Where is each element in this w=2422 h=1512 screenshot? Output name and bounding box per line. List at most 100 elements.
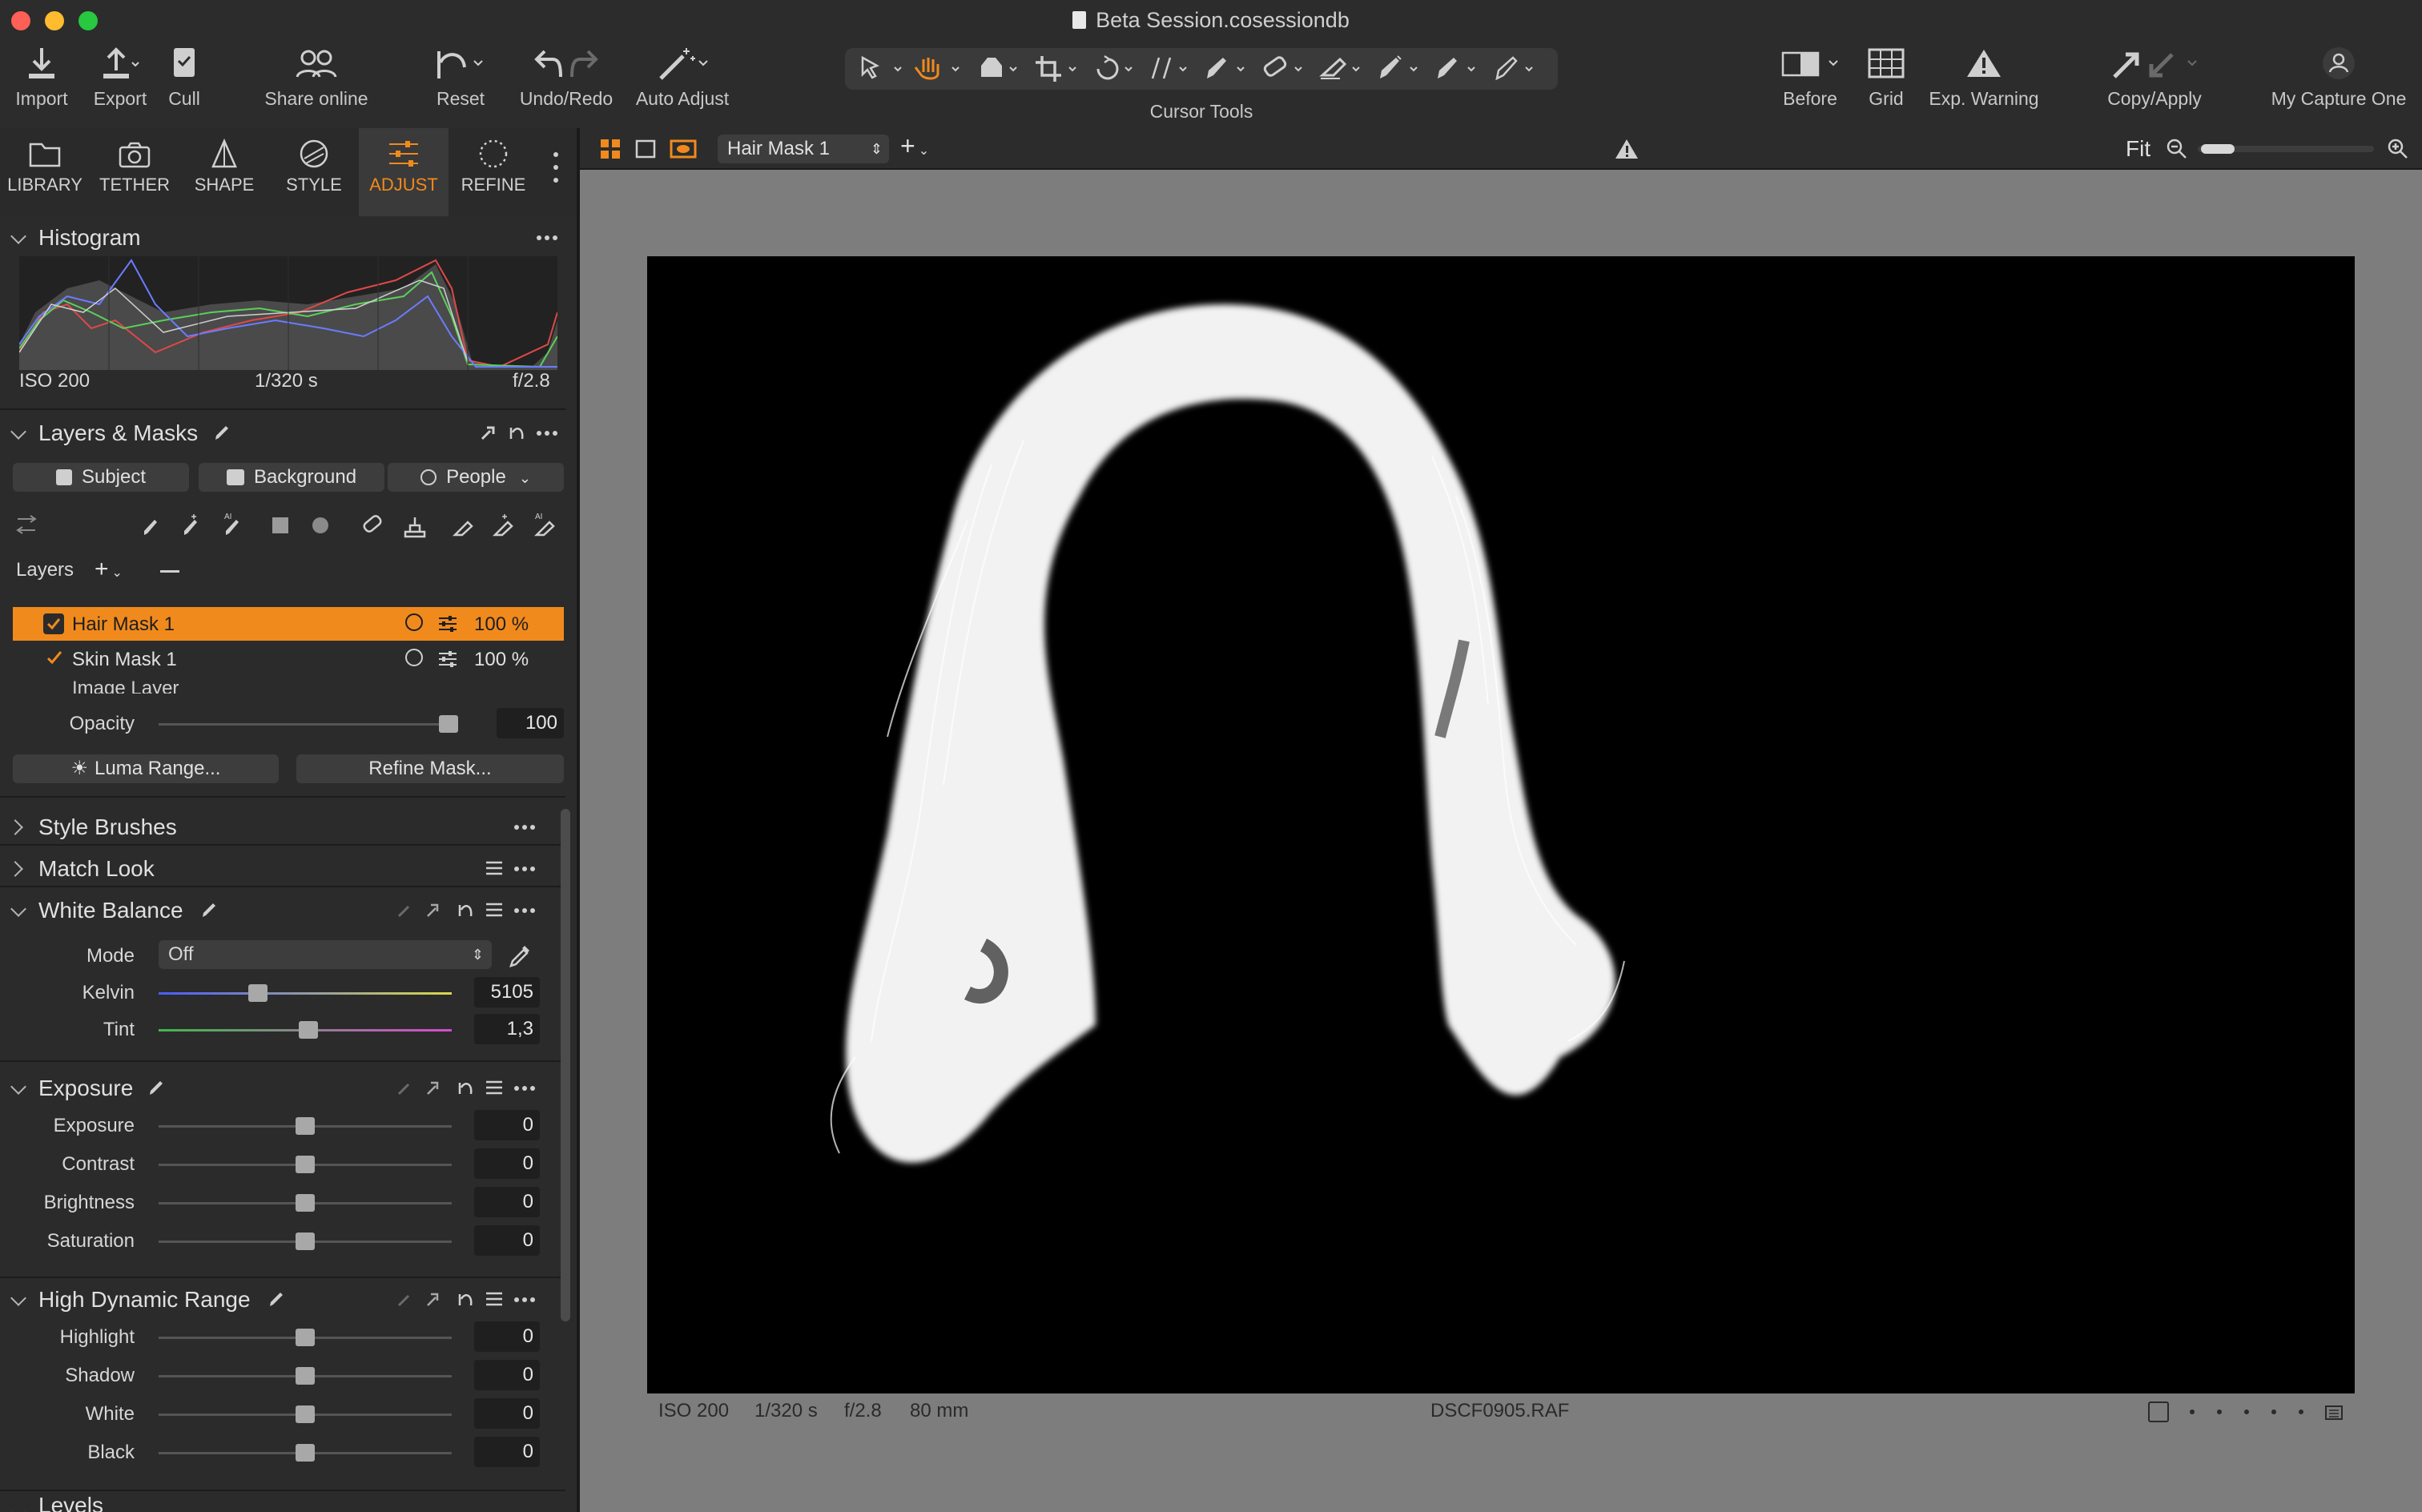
rating-dot-icon[interactable] bbox=[2190, 1409, 2195, 1414]
list-icon[interactable] bbox=[485, 1291, 503, 1307]
slider-knob[interactable] bbox=[296, 1233, 315, 1250]
warning-icon[interactable] bbox=[1615, 138, 1639, 160]
layers-masks-header[interactable]: Layers & Masks bbox=[0, 412, 565, 453]
layer-row-hair-mask[interactable]: Hair Mask 1 100 % bbox=[13, 607, 564, 641]
tint-value[interactable]: 1,3 bbox=[474, 1014, 540, 1044]
layers-more-icon[interactable] bbox=[537, 431, 559, 437]
slider-knob[interactable] bbox=[296, 1367, 315, 1385]
slider-value[interactable]: 0 bbox=[474, 1360, 540, 1390]
zoom-in-icon[interactable] bbox=[2387, 138, 2409, 160]
kelvin-slider-knob[interactable] bbox=[248, 984, 268, 1002]
layer-row-image-layer[interactable]: Image Layer bbox=[13, 678, 564, 694]
slider-value[interactable]: 0 bbox=[474, 1148, 540, 1179]
white-balance-header[interactable]: White Balance bbox=[0, 889, 565, 931]
histogram-header[interactable]: Histogram bbox=[0, 216, 565, 258]
single-view-icon[interactable] bbox=[634, 138, 657, 160]
grid-view-icon[interactable] bbox=[599, 138, 622, 160]
pick-icon[interactable] bbox=[479, 424, 497, 442]
auto-adjust-button[interactable]: Auto Adjust bbox=[633, 45, 732, 110]
rating-dots[interactable] bbox=[2187, 1409, 2347, 1416]
tabs-more-icon[interactable] bbox=[553, 152, 559, 184]
info-panel-icon[interactable] bbox=[2324, 1403, 2344, 1422]
slider-value[interactable]: 0 bbox=[474, 1398, 540, 1429]
tint-slider-knob[interactable] bbox=[298, 1021, 318, 1039]
zoom-fit-label[interactable]: Fit bbox=[2126, 136, 2150, 162]
slider-value[interactable]: 0 bbox=[474, 1187, 540, 1217]
tab-adjust[interactable]: ADJUST bbox=[359, 128, 449, 216]
tab-tether[interactable]: TETHER bbox=[90, 128, 179, 216]
exposure-header[interactable]: Exposure bbox=[0, 1067, 565, 1108]
slider-value[interactable]: 0 bbox=[474, 1321, 540, 1352]
share-online-button[interactable]: Share online bbox=[256, 45, 376, 110]
kelvin-value[interactable]: 5105 bbox=[474, 977, 540, 1007]
style-brushes-header[interactable]: Style Brushes bbox=[0, 806, 565, 847]
zoom-out-icon[interactable] bbox=[2166, 138, 2188, 160]
opacity-slider-knob[interactable] bbox=[439, 715, 459, 733]
tab-style[interactable]: STYLE bbox=[269, 128, 359, 216]
chevron-down-icon[interactable] bbox=[10, 1505, 26, 1512]
before-button[interactable]: Before bbox=[1770, 45, 1850, 110]
cull-button[interactable]: Cull bbox=[160, 45, 208, 110]
tab-shape[interactable]: SHAPE bbox=[179, 128, 269, 216]
exposure-warning-button[interactable]: Exp. Warning bbox=[1925, 45, 2042, 110]
chevron-down-icon[interactable] bbox=[10, 424, 26, 440]
slider-knob[interactable] bbox=[296, 1194, 315, 1212]
hdr-more-icon[interactable] bbox=[514, 1297, 537, 1304]
undo-redo-button[interactable]: Undo/Redo bbox=[514, 45, 618, 110]
chevron-right-icon[interactable] bbox=[7, 861, 23, 877]
select-checkbox[interactable] bbox=[2148, 1401, 2169, 1422]
slider-knob[interactable] bbox=[296, 1117, 315, 1135]
panel-scrollbar[interactable] bbox=[561, 809, 570, 1321]
section-tools-icons[interactable] bbox=[396, 1080, 484, 1097]
add-layer-button[interactable]: + ⌄ bbox=[95, 556, 123, 583]
slider-knob[interactable] bbox=[296, 1444, 315, 1462]
match-look-header[interactable]: Match Look bbox=[0, 847, 565, 889]
wb-mode-select[interactable]: Off ⇕ bbox=[159, 940, 492, 969]
slider-value[interactable]: 0 bbox=[474, 1110, 540, 1140]
checkmark-icon[interactable] bbox=[45, 649, 64, 668]
rating-dot-icon[interactable] bbox=[2217, 1409, 2222, 1414]
zoom-slider-knob[interactable] bbox=[2201, 144, 2235, 154]
remove-layer-button[interactable] bbox=[160, 570, 179, 573]
mask-view-icon[interactable] bbox=[670, 138, 697, 160]
exposure-more-icon[interactable] bbox=[514, 1086, 537, 1092]
my-capture-one-button[interactable]: My Capture One bbox=[2267, 45, 2411, 110]
white-balance-more-icon[interactable] bbox=[514, 908, 537, 915]
style-brushes-more-icon[interactable] bbox=[514, 825, 537, 831]
subject-mask-button[interactable]: Subject bbox=[13, 463, 189, 492]
section-tools-icons[interactable] bbox=[396, 902, 484, 919]
slider-knob[interactable] bbox=[296, 1405, 315, 1423]
list-icon[interactable] bbox=[485, 1080, 503, 1096]
tab-refine[interactable]: REFINE bbox=[449, 128, 538, 216]
mask-tools-row[interactable]: AI AI bbox=[13, 508, 565, 543]
eyedropper-icon[interactable] bbox=[506, 943, 532, 969]
reset-section-icon[interactable] bbox=[508, 424, 525, 442]
opacity-value[interactable]: 100 bbox=[497, 708, 564, 738]
mask-preview-image[interactable] bbox=[647, 256, 2355, 1393]
slider-knob[interactable] bbox=[296, 1329, 315, 1346]
rating-dot-icon[interactable] bbox=[2244, 1409, 2249, 1414]
copy-apply-button[interactable]: Copy/Apply bbox=[2098, 45, 2211, 110]
luma-range-button[interactable]: ☀ Luma Range... bbox=[13, 754, 279, 783]
background-mask-button[interactable]: Background bbox=[199, 463, 384, 492]
chevron-down-icon[interactable] bbox=[10, 1079, 26, 1095]
import-button[interactable]: Import bbox=[11, 45, 72, 110]
tab-library[interactable]: LIBRARY bbox=[0, 128, 90, 216]
levels-header[interactable]: Levels bbox=[0, 1493, 565, 1512]
variant-select[interactable]: Hair Mask 1 ⇕ bbox=[718, 135, 889, 163]
match-look-more-icon[interactable] bbox=[514, 867, 537, 873]
section-tools-icons[interactable] bbox=[396, 1291, 484, 1309]
slider-value[interactable]: 0 bbox=[474, 1225, 540, 1256]
slider-knob[interactable] bbox=[296, 1156, 315, 1173]
hdr-header[interactable]: High Dynamic Range bbox=[0, 1278, 565, 1320]
opacity-slider-track[interactable] bbox=[159, 723, 452, 726]
rating-dot-icon[interactable] bbox=[2299, 1409, 2303, 1414]
chevron-down-icon[interactable] bbox=[10, 228, 26, 244]
list-icon[interactable] bbox=[485, 902, 503, 918]
histogram-more-icon[interactable] bbox=[537, 235, 559, 242]
add-variant-button[interactable]: + ⌄ bbox=[900, 131, 929, 161]
slider-value[interactable]: 0 bbox=[474, 1437, 540, 1467]
people-mask-dropdown[interactable]: People ⌄ bbox=[388, 463, 564, 492]
refine-mask-button[interactable]: Refine Mask... bbox=[296, 754, 564, 783]
kelvin-slider-track[interactable] bbox=[159, 992, 452, 995]
